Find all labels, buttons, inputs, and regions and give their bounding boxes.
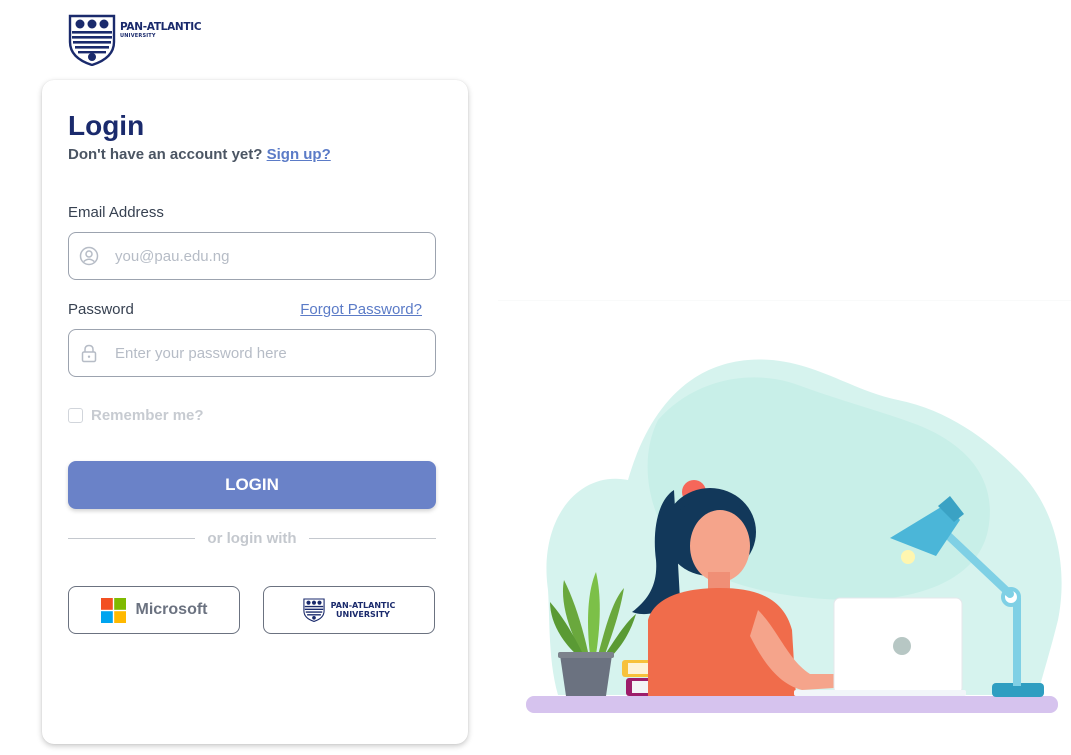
- microsoft-login-button[interactable]: Microsoft: [68, 586, 240, 634]
- microsoft-logo-icon: [100, 597, 126, 623]
- login-button[interactable]: LOGIN: [68, 461, 436, 509]
- no-account-text: Don't have an account yet?: [68, 146, 263, 163]
- password-label: Password: [68, 301, 134, 318]
- email-label: Email Address: [68, 204, 164, 221]
- pau-crest-icon: [303, 598, 325, 622]
- divider-text: or login with: [207, 530, 297, 547]
- pau-crest-icon: [68, 14, 116, 66]
- student-illustration: [498, 300, 1071, 713]
- page-title: Login: [68, 110, 145, 141]
- microsoft-label: Microsoft: [135, 601, 208, 618]
- signup-link[interactable]: Sign up?: [267, 146, 331, 163]
- remember-me-label: Remember me?: [91, 407, 204, 424]
- divider-line-right: [308, 538, 436, 539]
- divider-line-left: [68, 538, 196, 539]
- lock-icon: [79, 343, 99, 363]
- remember-me[interactable]: Remember me?: [68, 407, 204, 424]
- university-logo: PAN-ATLANTIC UNIVERSITY: [68, 14, 202, 66]
- logo-subtitle: UNIVERSITY: [120, 33, 156, 39]
- user-circle-icon: [79, 246, 99, 266]
- login-card: Login Don't have an account yet? Sign up…: [42, 80, 468, 744]
- forgot-password-link[interactable]: Forgot Password?: [300, 301, 422, 318]
- password-field[interactable]: [68, 329, 436, 377]
- email-input[interactable]: [115, 247, 415, 265]
- pau-label: PAN-ATLANTIC UNIVERSITY: [330, 601, 396, 619]
- password-input[interactable]: [115, 344, 415, 362]
- logo-name: PAN-ATLANTIC: [120, 21, 202, 33]
- login-divider: or login with: [68, 530, 436, 547]
- pau-login-button[interactable]: PAN-ATLANTIC UNIVERSITY: [263, 586, 435, 634]
- email-field[interactable]: [68, 232, 436, 280]
- signup-prompt: Don't have an account yet? Sign up?: [68, 146, 331, 163]
- remember-me-checkbox[interactable]: [68, 408, 83, 423]
